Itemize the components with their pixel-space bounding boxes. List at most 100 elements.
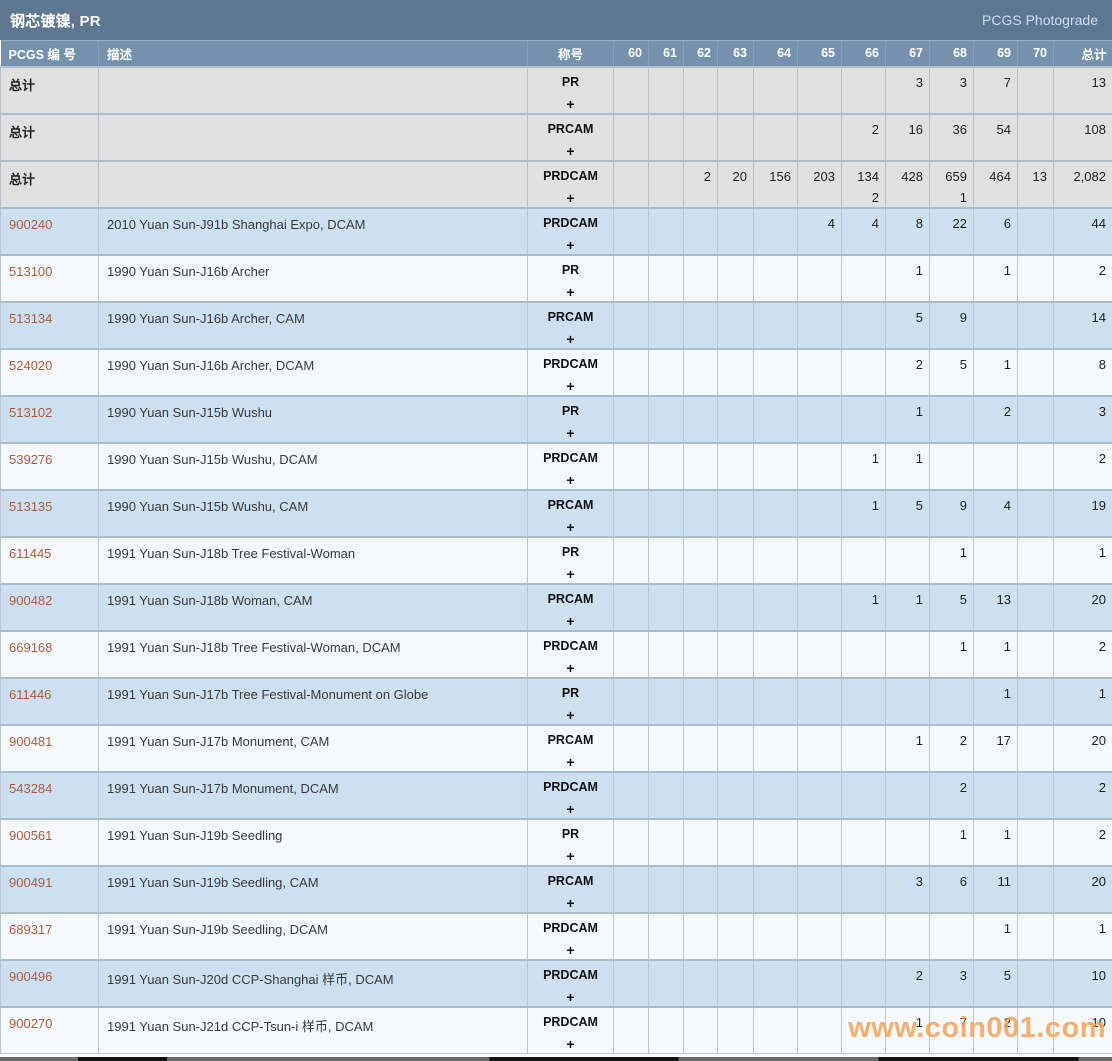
grade-cell (613, 253, 649, 302)
grade-cell: 6 (929, 864, 974, 913)
grade-cell: 7 (973, 65, 1018, 114)
grade-count (650, 774, 683, 795)
pcgs-number-link[interactable]: 513100 (2, 257, 98, 279)
grade-cell: 4 (841, 206, 886, 255)
grade-count: 134 (857, 168, 879, 184)
grade-cell: 19 (1053, 488, 1112, 537)
grade-cell (648, 300, 684, 349)
pcgs-photograde-link[interactable]: PCGS Photograde (982, 12, 1098, 28)
pcgs-number-link[interactable]: 900240 (2, 210, 98, 232)
grade-count: 1 (1003, 356, 1011, 372)
grade-count: 13 (1032, 168, 1047, 184)
grade-count: 1 (915, 450, 923, 466)
pcgs-number-link[interactable]: 539276 (2, 445, 98, 467)
grade-count: 7 (1003, 74, 1011, 90)
grade-count (843, 351, 885, 372)
coin-description: 1991 Yuan Sun-J19b Seedling, CAM (107, 874, 319, 890)
grade-count (1019, 727, 1053, 748)
grade-cell (1017, 441, 1054, 490)
grade-cell (613, 676, 649, 725)
grade-cell (797, 676, 842, 725)
grade-cell (613, 159, 649, 208)
grade-cell (683, 723, 718, 772)
pcgs-number-link[interactable]: 900482 (2, 586, 98, 608)
pcgs-number-cell: 689317 (0, 911, 99, 960)
grade-cell: 2 (885, 347, 930, 396)
plus-designation-label: + (566, 189, 575, 206)
plus-designation-label: + (566, 377, 575, 394)
col-header-grade-66: 66 (841, 40, 886, 67)
coin-description: 1991 Yuan Sun-J17b Monument, CAM (107, 733, 330, 749)
table-row: 513135 1990 Yuan Sun-J15b Wushu, CAM PRCAM… (0, 488, 1112, 537)
grade-cell (929, 253, 974, 302)
grade-count (615, 69, 648, 90)
pcgs-number-link[interactable]: 900481 (2, 727, 98, 749)
grade-count (799, 69, 841, 90)
grade-cell (613, 911, 649, 960)
grade-cell: 5 (885, 488, 930, 537)
grade-cell (797, 488, 842, 537)
pcgs-number-link[interactable]: 513134 (2, 304, 98, 326)
grade-cell: 464 (973, 159, 1018, 208)
grade-count (685, 680, 717, 701)
grade-count (685, 633, 717, 654)
grade-count (887, 915, 929, 936)
grade-count (650, 821, 683, 842)
grade-cell (753, 441, 798, 490)
grade-count (650, 1009, 683, 1030)
designation-label: PR + (529, 680, 613, 722)
grade-count (615, 774, 648, 795)
grade-count (719, 586, 753, 607)
plus-designation-label: + (566, 1035, 575, 1052)
grade-count (1019, 304, 1053, 325)
grade-count (799, 821, 841, 842)
grade-cell (717, 535, 754, 584)
grade-cell (683, 911, 718, 960)
grade-cell (648, 112, 684, 161)
designation-label: PRDCAM + (529, 1009, 613, 1052)
grade-cell: 13 (973, 582, 1018, 631)
grade-count (843, 962, 885, 983)
grade-cell (613, 347, 649, 396)
designation-cell: PR + (527, 65, 614, 114)
designation-cell: PR + (527, 817, 614, 866)
pcgs-number-link[interactable]: 513135 (2, 492, 98, 514)
pcgs-number-link[interactable]: 669168 (2, 633, 98, 655)
grade-cell: 1 (885, 441, 930, 490)
grade-cell: 108 (1053, 112, 1112, 161)
pcgs-number-link[interactable]: 543284 (2, 774, 98, 796)
col-header-grade-62: 62 (683, 40, 718, 67)
pcgs-number-link[interactable]: 513102 (2, 398, 98, 420)
grade-count: 11 (997, 873, 1012, 889)
grade-cell (683, 676, 718, 725)
grade-cell (683, 394, 718, 443)
grade-cell (717, 112, 754, 161)
grade-count: 2,082 (1073, 168, 1106, 184)
grade-cell (683, 629, 718, 678)
grade-cell: 1 (885, 253, 930, 302)
grade-cell (753, 206, 798, 255)
summary-label: 总计 (9, 124, 36, 140)
pcgs-number-link[interactable]: 689317 (2, 915, 98, 937)
grade-count (755, 116, 797, 137)
grade-cell: 1 (929, 817, 974, 866)
grade-count (650, 727, 683, 748)
pcgs-number-link[interactable]: 900496 (2, 962, 98, 984)
grade-count (615, 445, 648, 466)
pcgs-number-cell: 669168 (0, 629, 99, 678)
coin-description: 1990 Yuan Sun-J15b Wushu, CAM (107, 498, 309, 514)
pcgs-number-link[interactable]: 900491 (2, 868, 98, 890)
grade-cell (797, 911, 842, 960)
grade-count (719, 680, 753, 701)
pcgs-number-link[interactable]: 611445 (2, 539, 98, 561)
pcgs-number-link[interactable]: 900561 (2, 821, 98, 843)
pcgs-number-cell: 513134 (0, 300, 99, 349)
pcgs-number-link[interactable]: 524020 (2, 351, 98, 373)
grade-count (843, 774, 885, 795)
designation-cell: PRDCAM + (527, 206, 614, 255)
pcgs-number-link[interactable]: 611446 (2, 680, 98, 702)
table-row: 669168 1991 Yuan Sun-J18b Tree Festival-W… (0, 629, 1112, 678)
pcgs-number-link[interactable]: 900270 (2, 1009, 98, 1031)
grade-cell (1017, 582, 1054, 631)
grade-count (685, 727, 717, 748)
